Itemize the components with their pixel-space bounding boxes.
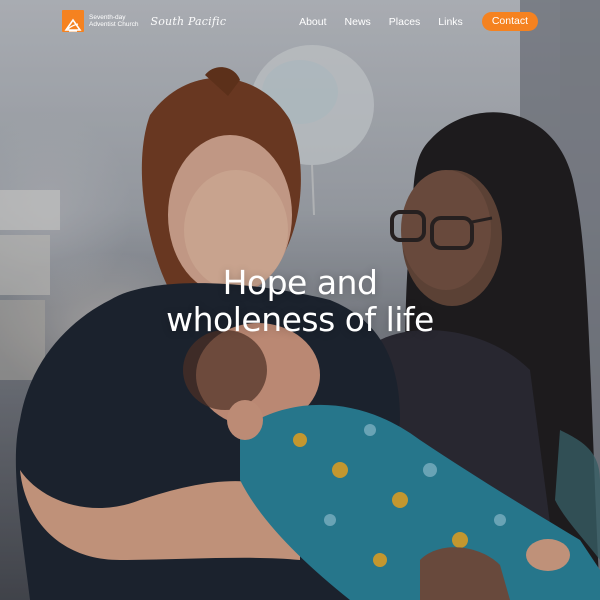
- nav-item-about[interactable]: About: [299, 16, 326, 28]
- site-logo[interactable]: Seventh-day Adventist Church South Pacif…: [62, 10, 226, 32]
- hero-section: Seventh-day Adventist Church South Pacif…: [0, 0, 600, 600]
- contact-button[interactable]: Contact: [481, 12, 538, 31]
- logo-wordmark: Seventh-day Adventist Church: [89, 14, 139, 29]
- nav-item-news[interactable]: News: [345, 16, 371, 28]
- nav-item-links[interactable]: Links: [438, 16, 463, 28]
- division-script-name: South Pacific: [150, 14, 227, 28]
- hero-headline-line-1: Hope and: [222, 263, 378, 302]
- logo-line-1: Seventh-day: [89, 13, 126, 21]
- main-nav: About News Places Links Contact: [299, 12, 538, 31]
- nav-item-places[interactable]: Places: [389, 16, 421, 28]
- site-header: Seventh-day Adventist Church South Pacif…: [0, 0, 600, 42]
- hero-headline: Hope and wholeness of life: [0, 264, 600, 338]
- adventist-flame-icon: [62, 10, 84, 32]
- logo-line-2: Adventist Church: [89, 21, 139, 28]
- hero-headline-line-2: wholeness of life: [166, 300, 434, 339]
